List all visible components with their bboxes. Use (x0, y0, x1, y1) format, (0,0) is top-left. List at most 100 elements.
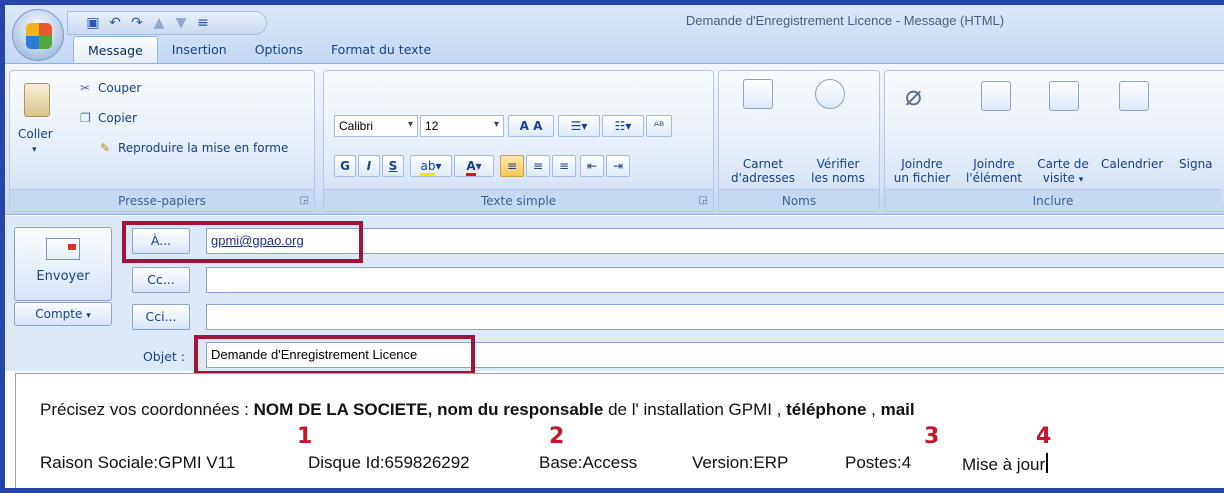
outlook-message-window: ▣ ↶ ↷ ▲ ▼ ≡ Demande d'Enregistrement Lic… (0, 0, 1224, 493)
bcc-field[interactable] (206, 304, 1224, 330)
business-card-label-1: Carte de (1037, 157, 1089, 171)
office-button[interactable] (12, 9, 64, 61)
dialog-launcher-icon[interactable]: ◲ (300, 195, 309, 206)
redo-icon[interactable]: ↷ (128, 15, 146, 31)
copy-button[interactable]: Copier (98, 111, 137, 125)
numbering-button[interactable]: ☷▾ (602, 115, 644, 137)
format-painter-button[interactable]: Reproduire la mise en forme (118, 141, 288, 155)
attach-file-button[interactable]: Joindre un fichier (889, 157, 955, 185)
business-card-icon[interactable] (1049, 81, 1079, 111)
decrease-indent-button[interactable]: ⇤ (580, 155, 604, 177)
font-size-value: 12 (425, 119, 439, 133)
window-title: Demande d'Enregistrement Licence - Messa… (685, 13, 1005, 28)
cc-field[interactable] (206, 267, 1224, 293)
message-body[interactable]: Précisez vos coordonnées : NOM DE LA SOC… (15, 373, 1224, 488)
font-color-icon: A (466, 159, 476, 176)
align-center-button[interactable]: ≡ (526, 155, 550, 177)
chevron-down-icon: ▾ (407, 119, 413, 130)
bullets-button[interactable]: ☰▾ (558, 115, 600, 137)
tab-options[interactable]: Options (241, 36, 317, 63)
cut-icon: ✂ (80, 81, 91, 95)
body-intro: Précisez vos coordonnées : (40, 400, 254, 419)
attach-item-button[interactable]: Joindre l'élément (961, 157, 1027, 185)
cc-button[interactable]: Cc... (132, 267, 190, 293)
tab-message[interactable]: Message (73, 36, 158, 63)
to-highlight-box (122, 221, 363, 263)
check-names-button[interactable]: Vérifier les noms (803, 157, 873, 185)
font-name-value: Calibri (339, 119, 374, 133)
office-logo-icon (26, 23, 52, 49)
chevron-down-icon: ▾ (1078, 175, 1084, 185)
align-right-button[interactable]: ≡ (552, 155, 576, 177)
body-sep: , (866, 400, 881, 419)
previous-item-icon[interactable]: ▲ (150, 15, 168, 31)
next-item-icon[interactable]: ▼ (172, 15, 190, 31)
group-clipboard: Coller ▾ ✂ Couper ❐ Copier ✎ Reproduire … (9, 70, 315, 212)
highlight-color-button[interactable]: ab▾ (410, 155, 452, 177)
check-names-icon[interactable] (815, 79, 845, 109)
body-phone: téléphone (786, 400, 867, 419)
undo-icon[interactable]: ↶ (106, 15, 124, 31)
bold-button[interactable]: G (334, 155, 356, 177)
annotation-1: 1 (297, 424, 313, 449)
group-texte-simple: Calibri ▾ 12 ▾ A A ☰▾ ☷▾ ᴬᴮ G I S ab▾ A▾ ≡… (323, 70, 714, 212)
font-color-button[interactable]: A▾ (454, 155, 494, 177)
calendar-icon[interactable] (1119, 81, 1149, 111)
account-label: Compte (35, 307, 83, 321)
address-book-icon[interactable] (743, 79, 773, 109)
bcc-button[interactable]: Cci... (132, 304, 190, 330)
attach-file-label-2: un fichier (893, 171, 951, 185)
annotation-4: 4 (1036, 424, 1052, 449)
cut-button[interactable]: Couper (98, 81, 141, 95)
calendar-button[interactable]: Calendrier (1101, 157, 1163, 171)
grow-shrink-font-buttons[interactable]: A A (508, 115, 554, 137)
paste-button[interactable]: Coller (18, 127, 53, 141)
format-painter-icon: ✎ (100, 141, 111, 155)
paste-dropdown-icon[interactable]: ▾ (32, 145, 37, 155)
address-book-button[interactable]: Carnet d'adresses (729, 157, 797, 185)
font-name-combo[interactable]: Calibri ▾ (334, 115, 418, 137)
business-card-button[interactable]: Carte de visite ▾ (1029, 157, 1097, 185)
align-left-button[interactable]: ≡ (500, 155, 524, 177)
signature-button[interactable]: Signa (1179, 157, 1213, 171)
paste-icon[interactable] (24, 83, 50, 117)
highlighter-icon: ab (420, 159, 436, 176)
field-disque-id: Disque Id:659826292 (308, 453, 470, 472)
account-button[interactable]: Compte ▾ (14, 302, 112, 326)
send-envelope-icon (46, 238, 80, 260)
group-label: Noms (719, 189, 879, 211)
send-button[interactable]: Envoyer (14, 227, 112, 301)
attach-item-label-2: l'élément (965, 171, 1023, 185)
field-version: Version:ERP (692, 453, 789, 472)
address-book-label-1: Carnet (742, 157, 784, 171)
chevron-down-icon: ▾ (86, 311, 91, 321)
group-label: Inclure (885, 189, 1221, 211)
styles-button[interactable]: ᴬᴮ (646, 115, 672, 137)
body-mid: de l' installation GPMI , (603, 400, 787, 419)
tab-format-du-texte[interactable]: Format du texte (317, 36, 445, 63)
body-company: NOM DE LA SOCIETE, nom du responsable (253, 400, 604, 419)
customize-toolbar-icon[interactable]: ≡ (194, 15, 212, 31)
ribbon-tabs: Message Insertion Options Format du text… (73, 36, 445, 63)
underline-button[interactable]: S (382, 155, 404, 177)
attach-item-icon[interactable] (981, 81, 1011, 111)
annotation-2: 2 (549, 424, 565, 449)
italic-button[interactable]: I (358, 155, 380, 177)
body-line-coordinates: Précisez vos coordonnées : NOM DE LA SOC… (40, 400, 915, 420)
ribbon: Coller ▾ ✂ Couper ❐ Copier ✎ Reproduire … (5, 63, 1224, 215)
save-icon[interactable]: ▣ (84, 15, 102, 31)
subject-highlight-box (194, 335, 475, 375)
business-card-label-2-row: visite ▾ (1029, 171, 1097, 185)
dialog-launcher-icon[interactable]: ◲ (699, 195, 708, 206)
group-noms: Carnet d'adresses Vérifier les noms Noms (718, 70, 880, 212)
font-size-combo[interactable]: 12 ▾ (420, 115, 504, 137)
business-card-label-2: visite (1042, 171, 1075, 185)
field-raison-sociale: Raison Sociale:GPMI V11 (40, 453, 236, 472)
quick-access-toolbar: ▣ ↶ ↷ ▲ ▼ ≡ (67, 11, 267, 35)
annotation-3: 3 (924, 424, 940, 449)
group-label: Texte simple (324, 189, 713, 211)
text-cursor (1046, 453, 1049, 473)
tab-insertion[interactable]: Insertion (158, 36, 241, 63)
paperclip-icon: ⌀ (905, 79, 922, 112)
increase-indent-button[interactable]: ⇥ (606, 155, 630, 177)
